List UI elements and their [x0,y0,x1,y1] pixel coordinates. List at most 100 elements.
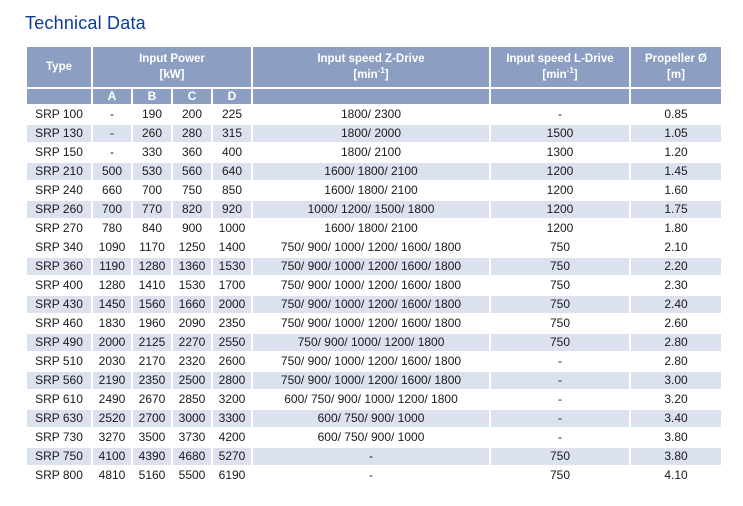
z-drive-speed-cell: 1800/ 2100 [253,144,489,161]
power-c-cell: 2090 [173,315,211,332]
l-drive-speed-cell: - [491,106,629,123]
subheader-spacer-z-drive [253,89,489,104]
propeller-diameter-cell: 1.60 [631,182,721,199]
power-b-cell: 2170 [133,353,171,370]
header-propeller: Propeller Ø [m] [631,47,721,87]
header-row-sub: A B C D [27,89,721,104]
page: Technical Data Type Input Power [kW] [0,0,743,486]
header-propeller-label: Propeller Ø [645,53,707,65]
z-drive-speed-cell: - [253,467,489,484]
z-drive-speed-cell: 600/ 750/ 900/ 1000 [253,410,489,427]
power-c-cell: 820 [173,201,211,218]
propeller-diameter-cell: 2.60 [631,315,721,332]
header-l-drive: Input speed L-Drive [min-1] [491,47,629,87]
l-drive-speed-cell: 750 [491,258,629,275]
propeller-diameter-cell: 2.10 [631,239,721,256]
power-d-cell: 1700 [213,277,251,294]
table-row: SRP 100-1902002251800/ 2300-0.85 [27,106,721,123]
z-drive-speed-cell: 750/ 900/ 1000/ 1200/ 1600/ 1800 [253,296,489,313]
type-cell: SRP 270 [27,220,91,237]
header-type-label: Type [46,61,72,73]
power-c-cell: 3000 [173,410,211,427]
z-drive-speed-cell: 1600/ 1800/ 2100 [253,182,489,199]
power-c-cell: 4680 [173,448,211,465]
power-c-cell: 750 [173,182,211,199]
type-cell: SRP 360 [27,258,91,275]
power-c-cell: 1530 [173,277,211,294]
type-cell: SRP 430 [27,296,91,313]
table-row: SRP 2607007708209201000/ 1200/ 1500/ 180… [27,201,721,218]
table-row: SRP 2105005305606401600/ 1800/ 210012001… [27,163,721,180]
type-cell: SRP 260 [27,201,91,218]
l-drive-speed-cell: 750 [491,277,629,294]
type-cell: SRP 560 [27,372,91,389]
power-c-cell: 1660 [173,296,211,313]
header-propeller-unit: [m] [667,69,685,81]
table-row: SRP 3401090117012501400750/ 900/ 1000/ 1… [27,239,721,256]
table-row: SRP 27078084090010001600/ 1800/ 21001200… [27,220,721,237]
table-row: SRP 8004810516055006190-7504.10 [27,467,721,484]
type-cell: SRP 730 [27,429,91,446]
header-z-drive: Input speed Z-Drive [min-1] [253,47,489,87]
power-d-cell: 2600 [213,353,251,370]
l-drive-speed-cell: 1200 [491,182,629,199]
l-drive-speed-cell: - [491,429,629,446]
table-row: SRP 7303270350037304200600/ 750/ 900/ 10… [27,429,721,446]
type-cell: SRP 800 [27,467,91,484]
page-title: Technical Data [25,13,743,34]
power-c-cell: 3730 [173,429,211,446]
table-row: SRP 7504100439046805270-7503.80 [27,448,721,465]
power-a-cell: 1450 [93,296,131,313]
z-drive-speed-cell: 600/ 750/ 900/ 1000 [253,429,489,446]
table-row: SRP 4601830196020902350750/ 900/ 1000/ 1… [27,315,721,332]
power-a-cell: 2190 [93,372,131,389]
type-cell: SRP 610 [27,391,91,408]
l-drive-speed-cell: 750 [491,296,629,313]
l-drive-speed-cell: 750 [491,334,629,351]
power-a-cell: 2490 [93,391,131,408]
power-a-cell: 660 [93,182,131,199]
power-c-cell: 2270 [173,334,211,351]
table-row: SRP 5102030217023202600750/ 900/ 1000/ 1… [27,353,721,370]
power-c-cell: 1360 [173,258,211,275]
power-b-cell: 770 [133,201,171,218]
propeller-diameter-cell: 1.45 [631,163,721,180]
power-a-cell: 1190 [93,258,131,275]
power-b-cell: 2700 [133,410,171,427]
table-row: SRP 6102490267028503200600/ 750/ 900/ 10… [27,391,721,408]
power-b-cell: 700 [133,182,171,199]
z-drive-speed-cell: 1600/ 1800/ 2100 [253,220,489,237]
power-b-cell: 4390 [133,448,171,465]
power-d-cell: 2550 [213,334,251,351]
type-cell: SRP 340 [27,239,91,256]
z-drive-speed-cell: 750/ 900/ 1000/ 1200/ 1600/ 1800 [253,372,489,389]
power-d-cell: 920 [213,201,251,218]
power-a-cell: 1090 [93,239,131,256]
l-drive-speed-cell: 750 [491,239,629,256]
power-a-cell: 500 [93,163,131,180]
propeller-diameter-cell: 1.75 [631,201,721,218]
subheader-b: B [133,89,171,104]
propeller-diameter-cell: 0.85 [631,106,721,123]
header-row-main: Type Input Power [kW] Input speed Z-Driv… [27,47,721,87]
z-drive-speed-cell: 750/ 900/ 1000/ 1200/ 1600/ 1800 [253,277,489,294]
propeller-diameter-cell: 1.05 [631,125,721,142]
l-drive-speed-cell: 750 [491,467,629,484]
power-a-cell: 2030 [93,353,131,370]
propeller-diameter-cell: 2.80 [631,334,721,351]
power-d-cell: 315 [213,125,251,142]
technical-data-table: Type Input Power [kW] Input speed Z-Driv… [25,45,723,486]
header-l-drive-label: Input speed L-Drive [506,53,613,65]
subheader-a: A [93,89,131,104]
power-a-cell: 1280 [93,277,131,294]
header-input-power: Input Power [kW] [93,47,251,87]
power-d-cell: 2000 [213,296,251,313]
type-cell: SRP 460 [27,315,91,332]
propeller-diameter-cell: 3.40 [631,410,721,427]
z-drive-speed-cell: 1600/ 1800/ 2100 [253,163,489,180]
z-drive-speed-cell: 750/ 900/ 1000/ 1200/ 1600/ 1800 [253,258,489,275]
propeller-diameter-cell: 3.80 [631,429,721,446]
z-drive-speed-cell: 750/ 900/ 1000/ 1200/ 1600/ 1800 [253,239,489,256]
type-cell: SRP 510 [27,353,91,370]
z-drive-speed-cell: 1000/ 1200/ 1500/ 1800 [253,201,489,218]
